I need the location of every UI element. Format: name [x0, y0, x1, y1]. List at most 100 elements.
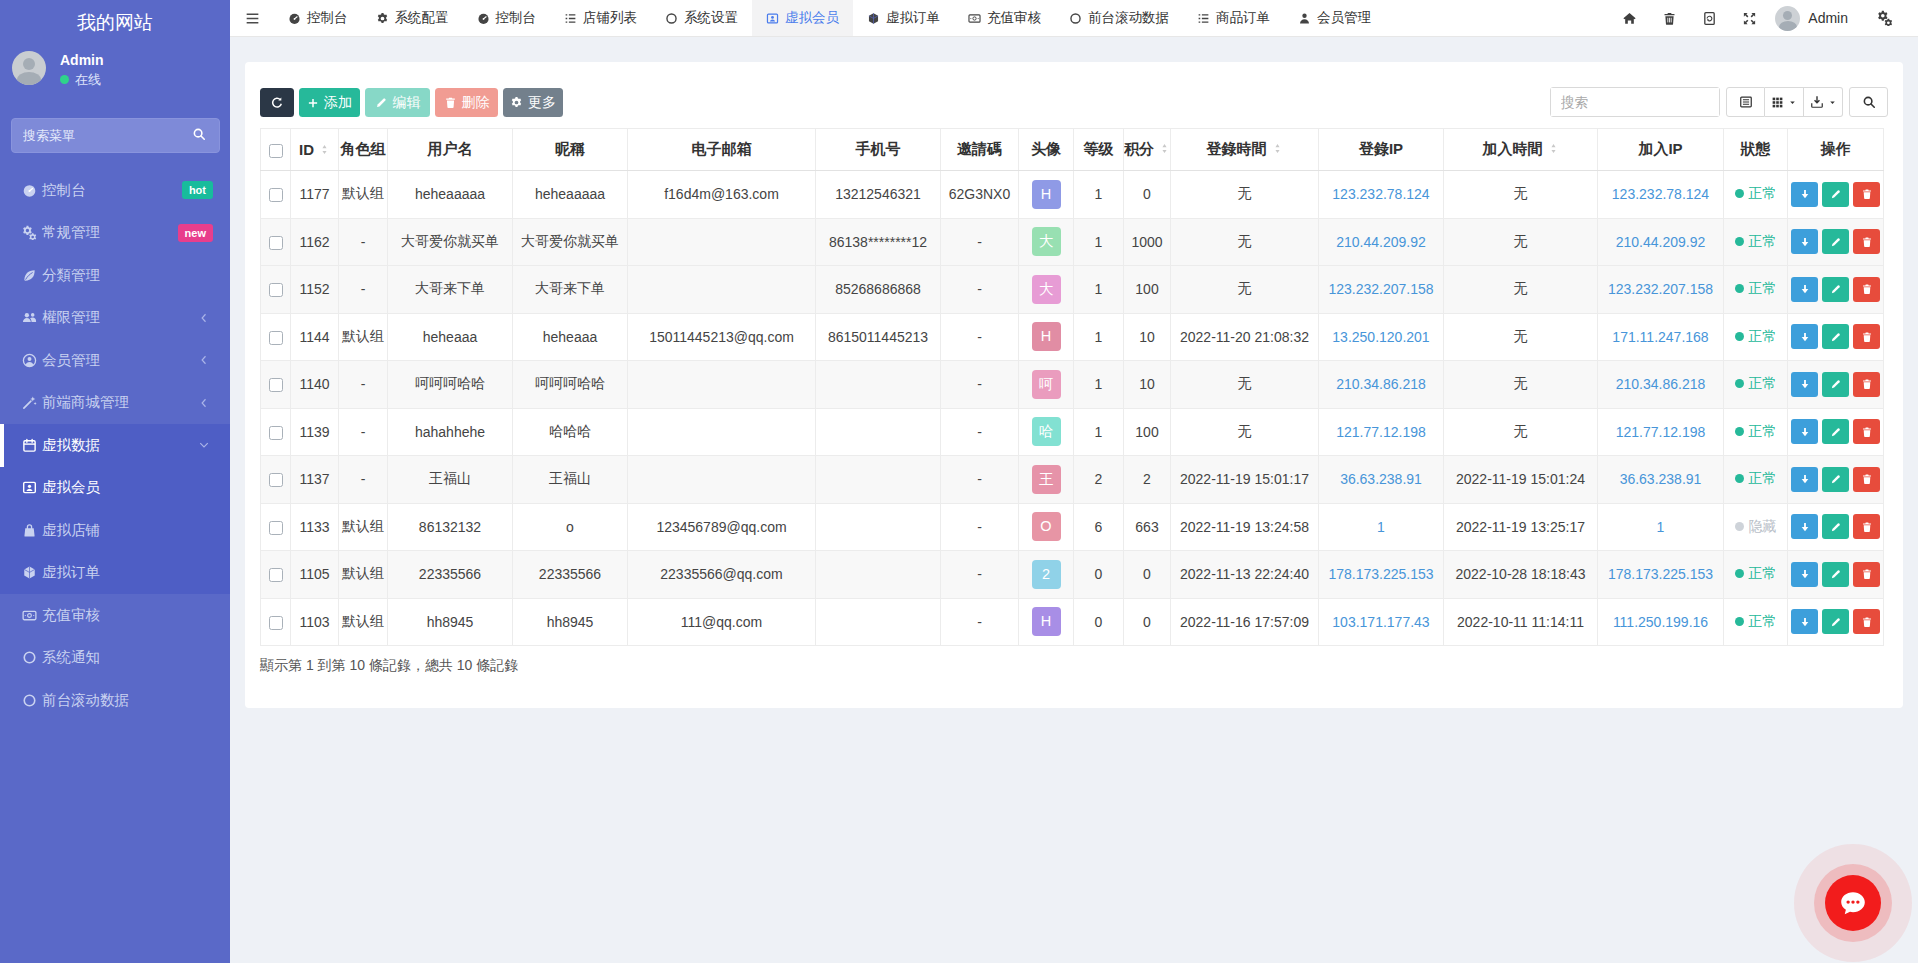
delete-row-button[interactable]	[1853, 182, 1880, 207]
delete-button[interactable]: 删除	[435, 88, 498, 117]
refresh-button[interactable]	[260, 88, 294, 117]
login-ip-link[interactable]: 178.173.225.153	[1328, 566, 1433, 582]
delete-row-button[interactable]	[1853, 467, 1880, 492]
sidebar-item-前端商城管理[interactable]: 前端商城管理	[0, 382, 230, 425]
row-checkbox[interactable]	[269, 521, 283, 535]
login-ip-link[interactable]: 123.232.207.158	[1328, 281, 1433, 297]
sidebar-item-虚拟数据[interactable]: 虚拟数据	[0, 424, 230, 467]
row-checkbox[interactable]	[269, 188, 283, 202]
fullscreen-icon[interactable]	[1729, 11, 1769, 26]
tab-前台滚动数据[interactable]: 前台滚动数据	[1055, 0, 1183, 36]
row-checkbox[interactable]	[269, 426, 283, 440]
edit-button[interactable]: 编辑	[365, 88, 430, 117]
edit-row-button[interactable]	[1822, 372, 1849, 397]
sidebar-item-常规管理[interactable]: 常规管理new	[0, 212, 230, 255]
join-ip-link[interactable]: 111.250.199.16	[1613, 614, 1708, 630]
column-header-join_time[interactable]: 加入時間	[1444, 129, 1598, 171]
tab-商品订单[interactable]: 商品订单	[1183, 0, 1284, 36]
table-search-input[interactable]	[1551, 88, 1719, 116]
login-ip-link[interactable]: 36.63.238.91	[1340, 471, 1422, 487]
tab-系统设置[interactable]: 系统设置	[651, 0, 752, 36]
column-header-login_time[interactable]: 登錄時間	[1171, 129, 1319, 171]
row-checkbox[interactable]	[269, 283, 283, 297]
delete-row-button[interactable]	[1853, 514, 1880, 539]
edit-row-button[interactable]	[1822, 419, 1849, 444]
sidebar-item-虚拟订单[interactable]: 虚拟订单	[0, 552, 230, 595]
delete-row-button[interactable]	[1853, 277, 1880, 302]
tab-控制台[interactable]: 控制台	[463, 0, 551, 36]
edit-row-button[interactable]	[1822, 324, 1849, 349]
trash-icon[interactable]	[1649, 11, 1689, 26]
delete-row-button[interactable]	[1853, 324, 1880, 349]
row-checkbox[interactable]	[269, 568, 283, 582]
edit-row-button[interactable]	[1822, 514, 1849, 539]
settings-gears-icon[interactable]	[1862, 10, 1908, 26]
download-row-button[interactable]	[1791, 514, 1818, 539]
edit-row-button[interactable]	[1822, 609, 1849, 634]
login-ip-link[interactable]: 1	[1377, 519, 1385, 535]
login-ip-link[interactable]: 123.232.78.124	[1332, 186, 1429, 202]
row-checkbox[interactable]	[269, 378, 283, 392]
tab-充值审核[interactable]: 充值审核	[954, 0, 1055, 36]
join-ip-link[interactable]: 121.77.12.198	[1616, 424, 1706, 440]
tab-系统配置[interactable]: 系统配置	[362, 0, 463, 36]
columns-button[interactable]	[1765, 87, 1804, 117]
join-ip-link[interactable]: 210.44.209.92	[1616, 234, 1706, 250]
join-ip-link[interactable]: 36.63.238.91	[1620, 471, 1702, 487]
add-button[interactable]: 添加	[299, 88, 360, 117]
edit-row-button[interactable]	[1822, 467, 1849, 492]
join-ip-link[interactable]: 210.34.86.218	[1616, 376, 1706, 392]
edit-row-button[interactable]	[1822, 562, 1849, 587]
login-ip-link[interactable]: 13.250.120.201	[1332, 329, 1429, 345]
sidebar-item-控制台[interactable]: 控制台hot	[0, 169, 230, 212]
join-ip-link[interactable]: 123.232.207.158	[1608, 281, 1713, 297]
download-row-button[interactable]	[1791, 324, 1818, 349]
tab-虚拟会员[interactable]: 虚拟会员	[752, 0, 853, 36]
login-ip-link[interactable]: 103.171.177.43	[1332, 614, 1429, 630]
sidebar-item-虚拟店铺[interactable]: 虚拟店铺	[0, 509, 230, 552]
row-checkbox[interactable]	[269, 616, 283, 630]
export-button[interactable]	[1804, 87, 1843, 117]
download-row-button[interactable]	[1791, 419, 1818, 444]
select-all-checkbox[interactable]	[269, 144, 283, 158]
sidebar-item-会员管理[interactable]: 会员管理	[0, 339, 230, 382]
delete-row-button[interactable]	[1853, 419, 1880, 444]
download-row-button[interactable]	[1791, 372, 1818, 397]
sidebar-item-權限管理[interactable]: 權限管理	[0, 297, 230, 340]
edit-row-button[interactable]	[1822, 182, 1849, 207]
join-ip-link[interactable]: 178.173.225.153	[1608, 566, 1713, 582]
more-button[interactable]: 更多	[503, 88, 563, 117]
tab-会员管理[interactable]: 会员管理	[1284, 0, 1385, 36]
tab-店铺列表[interactable]: 店铺列表	[550, 0, 651, 36]
refresh-page-icon[interactable]	[1689, 11, 1729, 26]
download-row-button[interactable]	[1791, 609, 1818, 634]
detail-view-button[interactable]	[1726, 87, 1765, 117]
edit-row-button[interactable]	[1822, 229, 1849, 254]
sidebar-item-系统通知[interactable]: 系统通知	[0, 637, 230, 680]
download-row-button[interactable]	[1791, 562, 1818, 587]
sidebar-item-分類管理[interactable]: 分類管理	[0, 254, 230, 297]
column-header-id[interactable]: ID	[291, 129, 339, 171]
login-ip-link[interactable]: 121.77.12.198	[1336, 424, 1426, 440]
edit-row-button[interactable]	[1822, 277, 1849, 302]
select-all-header[interactable]	[261, 129, 291, 171]
delete-row-button[interactable]	[1853, 609, 1880, 634]
download-row-button[interactable]	[1791, 467, 1818, 492]
chat-fab-button[interactable]	[1825, 875, 1881, 931]
tab-虚拟订单[interactable]: 虚拟订单	[853, 0, 954, 36]
sidebar-item-虚拟会员[interactable]: 虚拟会员	[0, 467, 230, 510]
delete-row-button[interactable]	[1853, 229, 1880, 254]
menu-toggle-icon[interactable]	[230, 0, 274, 36]
sidebar-search-input[interactable]	[23, 119, 183, 152]
join-ip-link[interactable]: 123.232.78.124	[1612, 186, 1709, 202]
join-ip-link[interactable]: 1	[1657, 519, 1665, 535]
download-row-button[interactable]	[1791, 229, 1818, 254]
row-checkbox[interactable]	[269, 331, 283, 345]
download-row-button[interactable]	[1791, 277, 1818, 302]
column-header-score[interactable]: 积分	[1124, 129, 1171, 171]
sidebar-item-充值审核[interactable]: 充值审核	[0, 594, 230, 637]
delete-row-button[interactable]	[1853, 562, 1880, 587]
user-menu[interactable]: Admin	[1775, 6, 1848, 31]
sidebar-item-前台滚动数据[interactable]: 前台滚动数据	[0, 679, 230, 722]
join-ip-link[interactable]: 171.11.247.168	[1612, 329, 1708, 345]
